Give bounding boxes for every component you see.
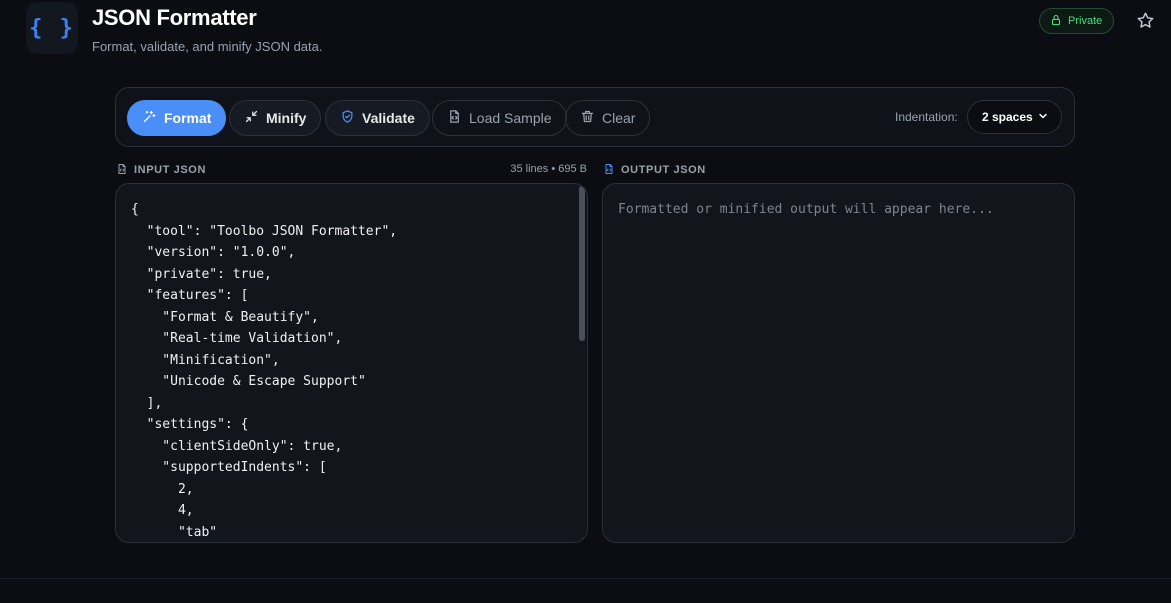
file-json-icon	[603, 163, 615, 178]
code-line: "features": [	[131, 288, 249, 303]
trash-icon	[580, 109, 595, 127]
resize-handle-icon[interactable]	[1064, 532, 1072, 542]
resize-handle-icon[interactable]	[577, 532, 585, 542]
validate-button[interactable]: Validate	[325, 100, 430, 136]
input-stats: 35 lines • 695 B	[510, 163, 587, 175]
validate-button-label: Validate	[362, 110, 415, 126]
output-panel-title: OUTPUT JSON	[621, 164, 706, 176]
page-subtitle: Format, validate, and minify JSON data.	[92, 39, 323, 54]
app-logo-icon: { }	[26, 2, 78, 54]
minify-button-label: Minify	[266, 110, 307, 126]
favorite-star-icon[interactable]	[1134, 9, 1156, 31]
shield-check-icon	[340, 109, 355, 127]
format-button[interactable]: Format	[127, 100, 227, 136]
code-line: "settings": {	[131, 417, 249, 432]
code-line: 4,	[131, 503, 194, 518]
input-scrollbar[interactable]	[579, 186, 585, 341]
code-line: "private": true,	[131, 266, 272, 282]
code-line: "clientSideOnly": true,	[131, 438, 343, 454]
clear-button-label: Clear	[602, 110, 636, 126]
input-json-code[interactable]: { "tool": "Toolbo JSON Formatter", "vers…	[131, 199, 567, 542]
code-line: "Real-time Validation",	[131, 331, 343, 346]
toolbar: Format Minify Validate Load Sample Clear…	[115, 87, 1075, 147]
code-line: "Format & Beautify",	[131, 309, 319, 325]
clear-button[interactable]: Clear	[565, 100, 651, 136]
sparkles-icon	[142, 109, 157, 127]
code-line: "tab"	[131, 524, 218, 540]
chevron-down-icon	[1037, 110, 1049, 125]
code-line: "Unicode & Escape Support"	[131, 374, 366, 389]
file-json-icon	[116, 163, 128, 178]
input-json-textarea[interactable]: { "tool": "Toolbo JSON Formatter", "vers…	[115, 183, 588, 543]
private-badge: Private	[1039, 8, 1115, 34]
output-json-textarea[interactable]: Formatted or minified output will appear…	[602, 183, 1075, 543]
code-line: 2,	[131, 481, 194, 497]
code-line: ],	[131, 395, 163, 411]
minify-button[interactable]: Minify	[229, 100, 322, 136]
format-button-label: Format	[164, 110, 212, 126]
private-badge-label: Private	[1068, 15, 1103, 27]
code-line: {	[131, 202, 139, 217]
code-line: "version": "1.0.0",	[131, 245, 296, 260]
code-line: "supportedIndents": [	[131, 460, 327, 475]
indentation-value: 2 spaces	[982, 110, 1033, 124]
input-panel-heading: INPUT JSON	[116, 162, 206, 178]
output-placeholder: Formatted or minified output will appear…	[618, 202, 994, 217]
minimize-arrows-icon	[244, 109, 259, 127]
indentation-label: Indentation:	[895, 110, 958, 124]
input-panel-title: INPUT JSON	[134, 164, 207, 176]
output-panel-heading: OUTPUT JSON	[603, 162, 706, 178]
page-title: JSON Formatter	[92, 5, 257, 30]
load-sample-button-label: Load Sample	[469, 110, 552, 126]
footer-divider	[0, 578, 1171, 579]
code-line: "tool": "Toolbo JSON Formatter",	[131, 223, 398, 239]
file-code-icon	[447, 109, 462, 127]
indentation-select[interactable]: 2 spaces	[967, 100, 1062, 134]
code-line: "Minification",	[131, 352, 280, 368]
lock-icon	[1050, 14, 1062, 29]
load-sample-button[interactable]: Load Sample	[432, 100, 567, 136]
